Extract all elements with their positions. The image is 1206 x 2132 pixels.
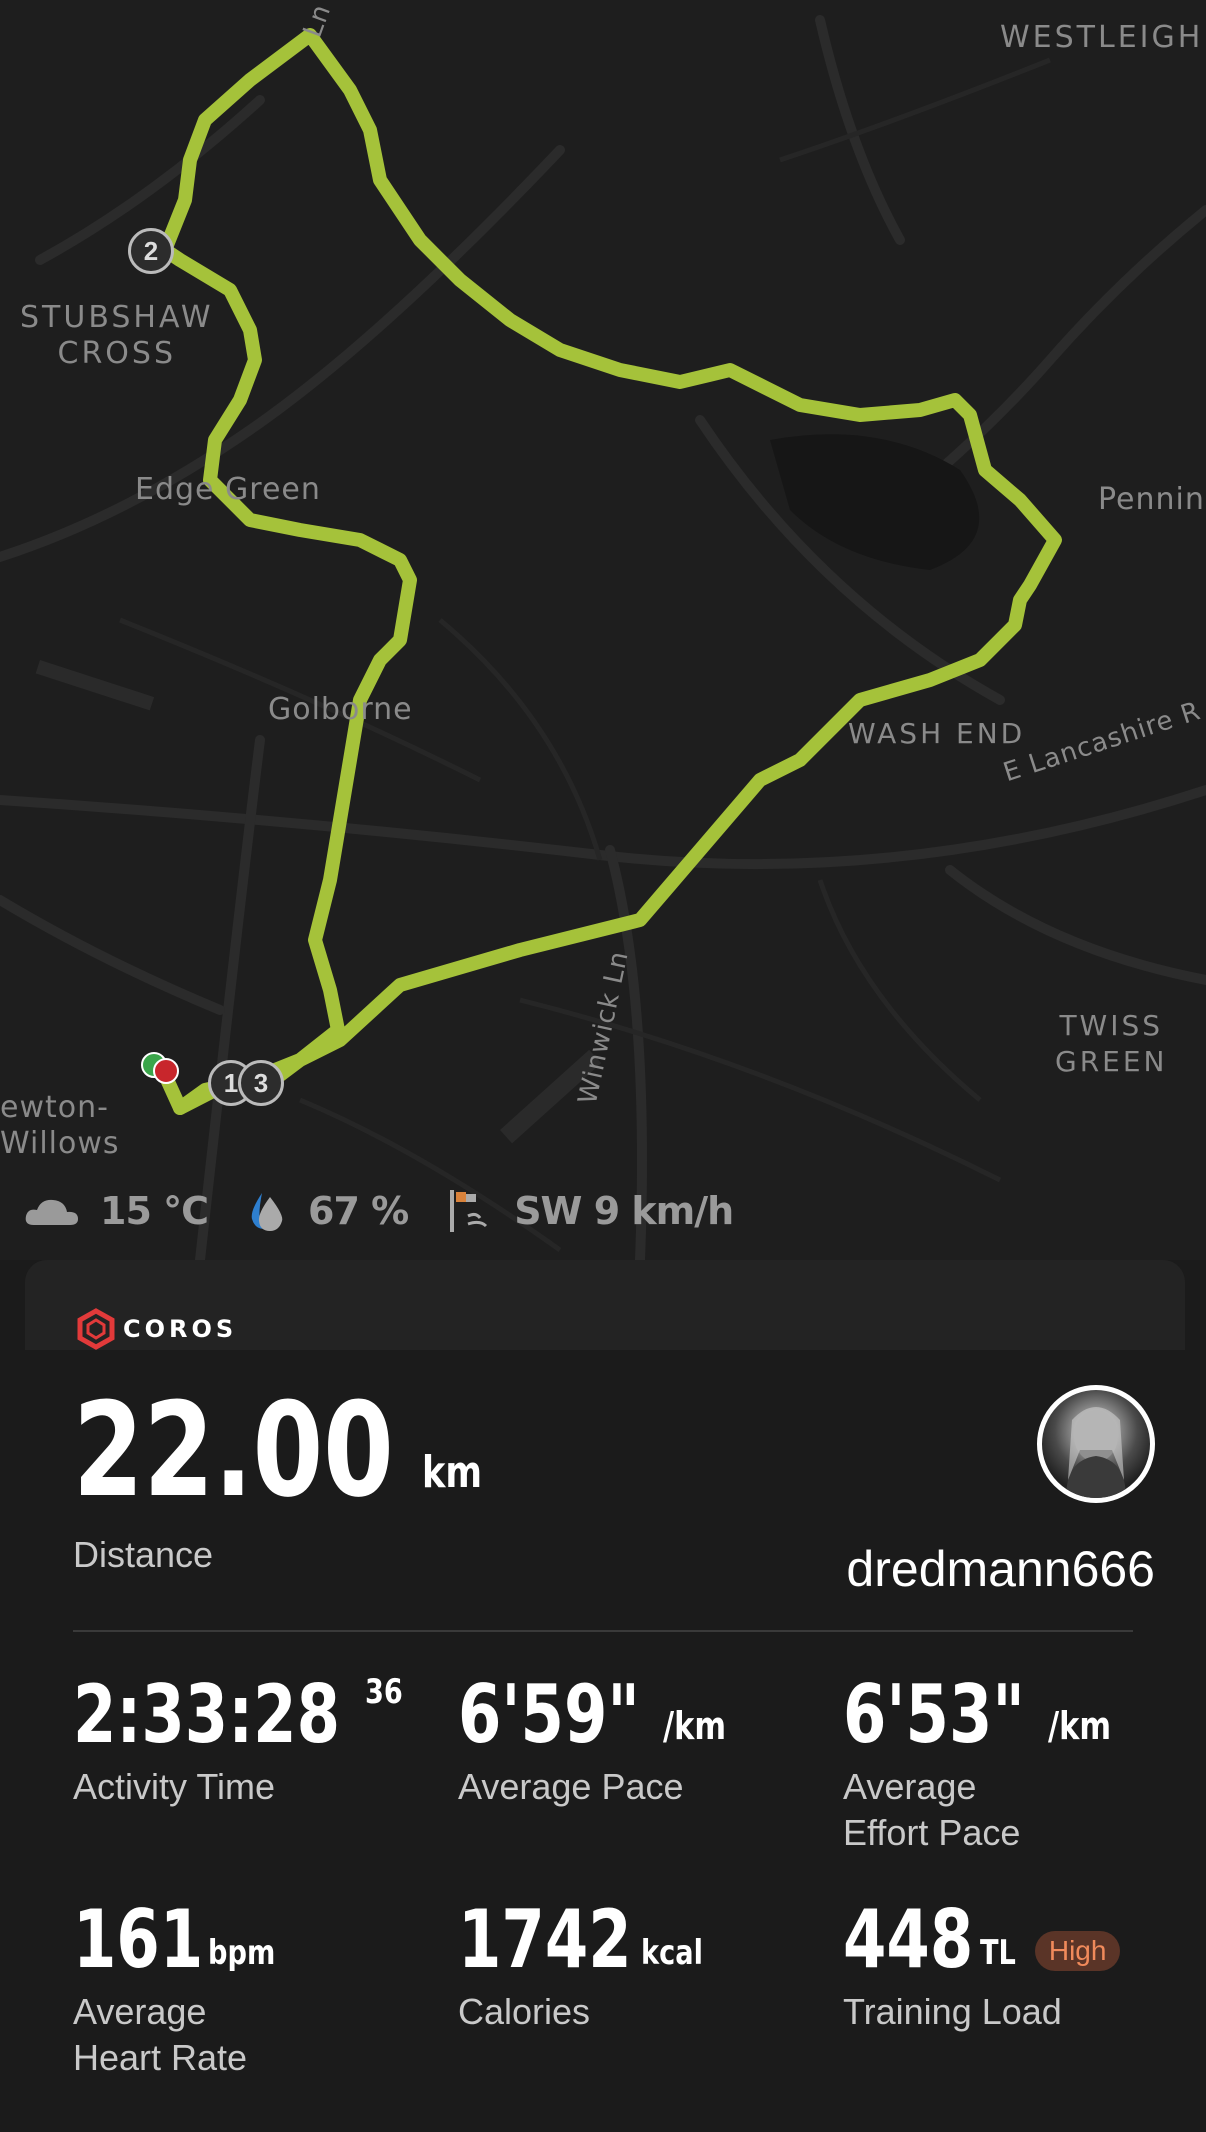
calories-stat: 1742 kcal Calories — [458, 1895, 718, 2035]
coros-brand: COROS — [75, 1308, 237, 1350]
humidity-drop-icon — [251, 1193, 283, 1231]
training-load-value: 448 — [843, 1893, 974, 1986]
map-runway — [35, 659, 155, 711]
average-effort-pace-unit: /km — [1048, 1704, 1112, 1748]
weather-temperature: 15 °C — [22, 1189, 209, 1233]
activity-time-label: Activity Time — [73, 1766, 276, 1807]
lap-marker-3[interactable]: 3 — [238, 1060, 284, 1106]
wind-flag-icon — [450, 1190, 488, 1232]
average-heart-rate-value: 161 — [73, 1893, 204, 1986]
coros-logo-icon — [77, 1308, 115, 1350]
map-label-golborne: Golborne — [268, 692, 413, 727]
average-heart-rate-unit: bpm — [208, 1933, 276, 1973]
average-heart-rate-label: Average Heart Rate — [73, 1991, 248, 2078]
route-map[interactable]: 2 1 3 WESTLEIGH STUBSHAW CROSS Edge Gree… — [0, 0, 1206, 1260]
distance-stat: 22.00 km Distance — [73, 1380, 497, 1578]
average-effort-pace-stat: 6'53" /km Average Effort Pace — [843, 1670, 1127, 1856]
username[interactable]: dredmann666 — [846, 1540, 1155, 1598]
average-pace-unit: /km — [663, 1704, 727, 1748]
map-label-edge-green: Edge Green — [135, 472, 321, 507]
wind-text: SW 9 km/h — [514, 1189, 734, 1233]
weather-wind: SW 9 km/h — [446, 1188, 734, 1234]
distance-unit: km — [422, 1447, 483, 1498]
coros-wordmark: COROS — [123, 1315, 238, 1343]
avatar[interactable] — [1037, 1385, 1155, 1503]
map-label-wash-end: WASH END — [848, 717, 1026, 750]
training-load-unit: TL — [980, 1933, 1016, 1973]
map-label-pennington: Pennin — [1098, 482, 1205, 517]
map-label-stubshaw: STUBSHAW CROSS — [20, 300, 214, 371]
average-effort-pace-label: Average Effort Pace — [843, 1766, 1021, 1853]
calories-label: Calories — [458, 1991, 591, 2032]
route-path — [158, 28, 1062, 1115]
map-label-newton-le-willows: ewton- Willows — [0, 1090, 120, 1161]
average-pace-stat: 6'59" /km Average Pace — [458, 1670, 742, 1810]
weather-row: 15 °C 67 % SW 9 km/h — [22, 1180, 771, 1242]
distance-value: 22.00 — [73, 1374, 394, 1526]
activity-summary-card: COROS 22.00 km Distance dredmann666 2:33… — [25, 1260, 1185, 2132]
activity-time-hundredths: 36 — [365, 1672, 404, 1712]
temperature-text: 15 °C — [100, 1189, 209, 1233]
training-load-stat: 448 TL High Training Load — [843, 1893, 1121, 2035]
map-label-westleigh: WESTLEIGH — [1000, 20, 1204, 55]
activity-time-stat: 2:33:28 36 Activity Time — [73, 1670, 413, 1810]
training-load-label: Training Load — [843, 1991, 1062, 2032]
calories-unit: kcal — [640, 1933, 703, 1973]
humidity-text: 67 % — [308, 1189, 409, 1233]
average-pace-value: 6'59" — [458, 1668, 640, 1761]
lap-marker-2[interactable]: 2 — [128, 228, 174, 274]
training-load-badge: High — [1034, 1931, 1121, 1971]
avatar-portrait-icon — [1066, 1407, 1126, 1498]
average-effort-pace-value: 6'53" — [843, 1668, 1025, 1761]
finish-marker[interactable] — [153, 1058, 179, 1084]
distance-label: Distance — [73, 1534, 214, 1575]
average-heart-rate-stat: 161 bpm Average Heart Rate — [73, 1895, 292, 2081]
average-pace-label: Average Pace — [458, 1766, 684, 1807]
calories-value: 1742 — [458, 1893, 632, 1986]
divider — [73, 1630, 1133, 1632]
weather-humidity: 67 % — [246, 1189, 409, 1233]
cloud-icon — [25, 1199, 78, 1225]
activity-time-value: 2:33:28 — [73, 1668, 341, 1761]
map-label-twiss-green: TWISS GREEN — [1055, 1009, 1168, 1078]
